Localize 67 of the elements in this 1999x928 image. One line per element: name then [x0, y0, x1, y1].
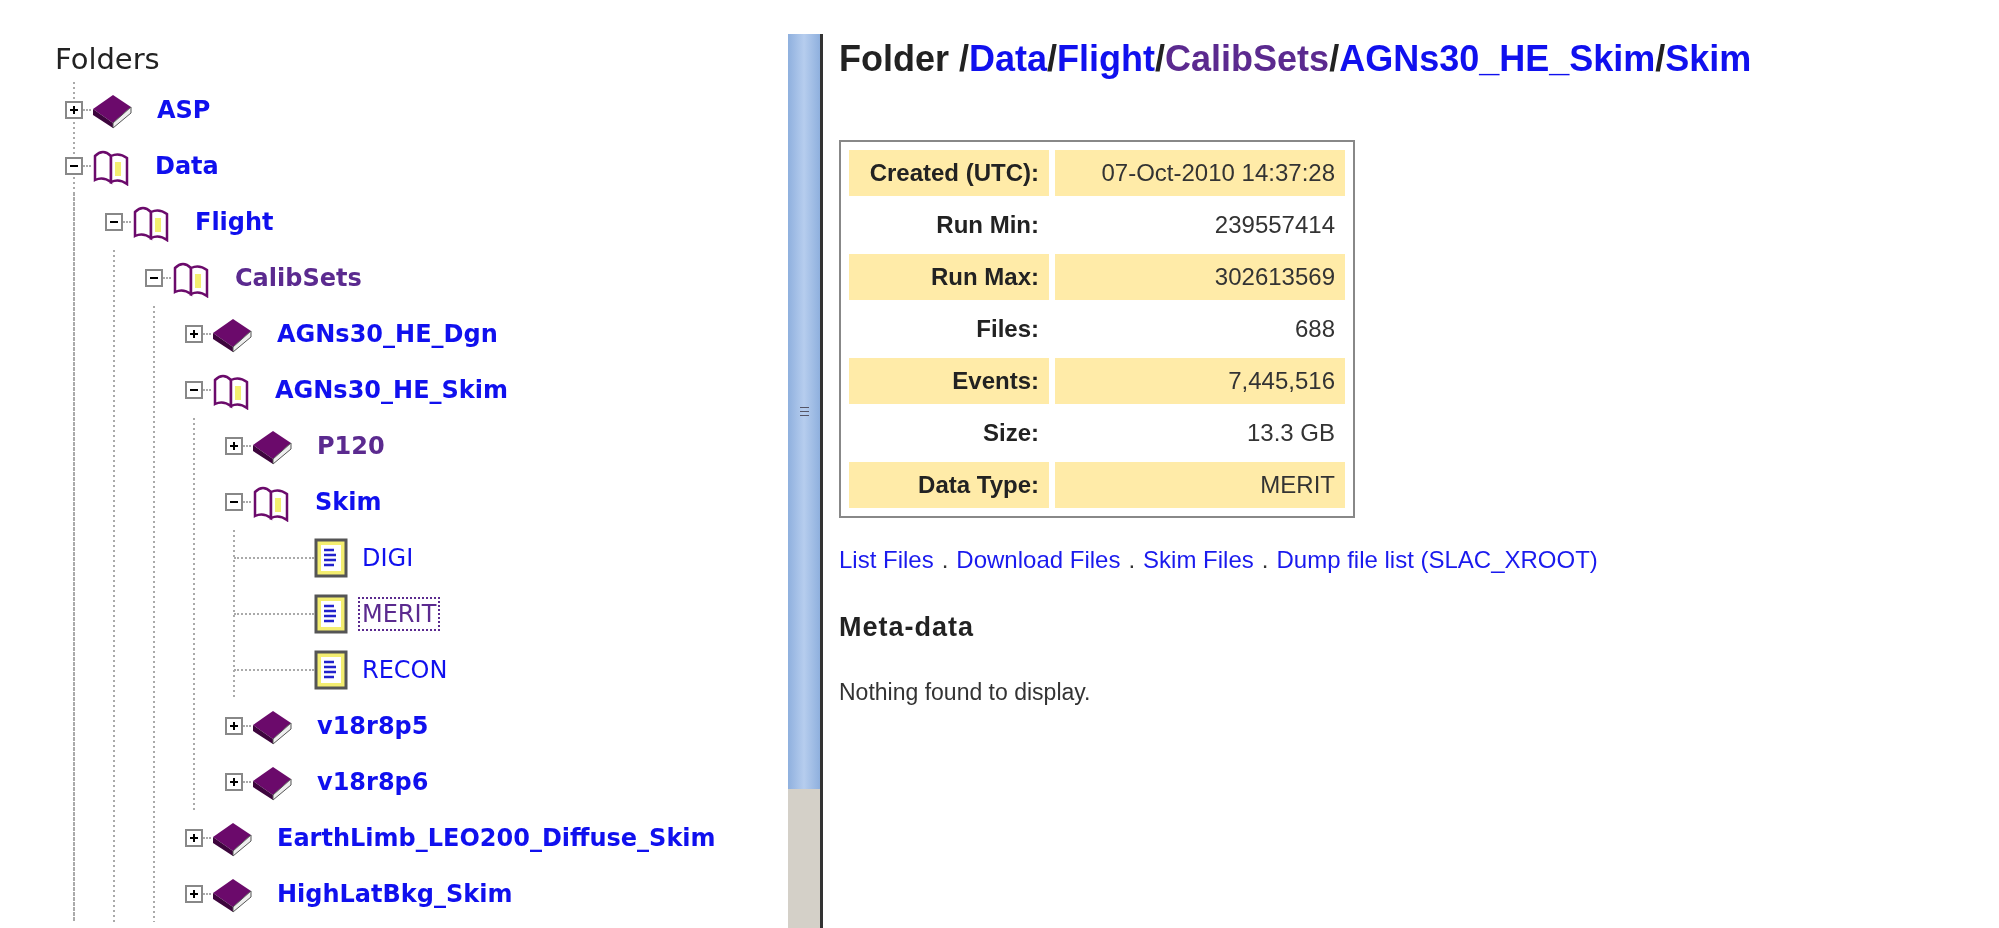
property-value: 07-Oct-2010 14:37:28: [1055, 150, 1345, 196]
property-value: 239557414: [1213, 210, 1336, 240]
sidebar-title: Folders: [55, 42, 161, 76]
collapse-icon[interactable]: [65, 157, 83, 175]
folder-link[interactable]: v18r8p5: [315, 711, 431, 741]
folder-link[interactable]: HighLatBkg_Skim: [275, 879, 515, 909]
path-link[interactable]: Flight: [1057, 38, 1156, 79]
empty-message: Nothing found to display.: [839, 679, 1092, 706]
property-label: Size:: [982, 418, 1040, 448]
path-link[interactable]: CalibSets: [1165, 38, 1330, 79]
document-icon: [314, 538, 348, 578]
property-value: 13.3 GB: [1245, 418, 1336, 448]
property-label: Files:: [975, 314, 1040, 344]
section-title: Meta-data: [839, 612, 976, 643]
path-link[interactable]: Skim: [1665, 38, 1752, 79]
collapse-icon[interactable]: [105, 213, 123, 231]
action-link[interactable]: List Files: [839, 546, 934, 574]
grip-icon[interactable]: [799, 407, 809, 416]
expand-icon[interactable]: [225, 773, 243, 791]
folder-link[interactable]: AGNs30_HE_Skim: [273, 375, 510, 405]
property-value: 688: [1293, 314, 1336, 344]
property-label: Created (UTC):: [849, 150, 1049, 196]
heading-text: Folder: [839, 38, 950, 79]
folder-link[interactable]: v18r8p6: [315, 767, 431, 797]
property-label: Data Type:: [849, 462, 1049, 508]
folder-link[interactable]: Skim: [313, 487, 384, 517]
folder-link[interactable]: P120: [315, 431, 387, 461]
expand-icon[interactable]: [225, 717, 243, 735]
folder-link[interactable]: CalibSets: [233, 263, 364, 293]
document-icon: [314, 594, 348, 634]
path-link[interactable]: AGNs30_HE_Skim: [1339, 38, 1656, 79]
collapse-icon[interactable]: [145, 269, 163, 287]
folder-link[interactable]: AGNs30_HE_Dgn: [275, 319, 500, 349]
path-separator: /: [959, 38, 970, 79]
expand-icon[interactable]: [65, 101, 83, 119]
collapse-icon[interactable]: [225, 493, 243, 511]
action-link[interactable]: Skim Files: [1143, 546, 1254, 574]
collapse-icon[interactable]: [185, 381, 203, 399]
expand-icon[interactable]: [185, 325, 203, 343]
property-value: 7,445,516: [1055, 358, 1345, 404]
property-value: 302613569: [1055, 254, 1345, 300]
link-separator: .: [941, 546, 949, 574]
folder-link[interactable]: Data: [153, 151, 221, 181]
path-separator: /: [1329, 38, 1340, 79]
expand-icon[interactable]: [225, 437, 243, 455]
property-value: MERIT: [1055, 462, 1345, 508]
link-separator: .: [1128, 546, 1136, 574]
property-label: Events:: [849, 358, 1049, 404]
path-separator: /: [1655, 38, 1666, 79]
action-link[interactable]: Dump file list (SLAC_XROOT): [1276, 546, 1598, 574]
expand-icon[interactable]: [185, 885, 203, 903]
property-label: Run Min:: [935, 210, 1040, 240]
link-separator: .: [1261, 546, 1269, 574]
document-icon: [314, 650, 348, 690]
path-separator: /: [1155, 38, 1166, 79]
path-link[interactable]: Data: [969, 38, 1048, 79]
action-link[interactable]: Download Files: [956, 546, 1121, 574]
file-link[interactable]: MERIT: [360, 599, 439, 629]
folder-link[interactable]: Flight: [193, 207, 276, 237]
folder-link[interactable]: ASP: [155, 95, 213, 125]
file-link[interactable]: RECON: [360, 655, 450, 685]
property-label: Run Max:: [849, 254, 1049, 300]
folder-link[interactable]: EarthLimb_LEO200_Diffuse_Skim: [275, 823, 718, 853]
path-separator: /: [1047, 38, 1058, 79]
file-link[interactable]: DIGI: [360, 543, 416, 573]
pane-splitter[interactable]: [788, 34, 823, 928]
expand-icon[interactable]: [185, 829, 203, 847]
